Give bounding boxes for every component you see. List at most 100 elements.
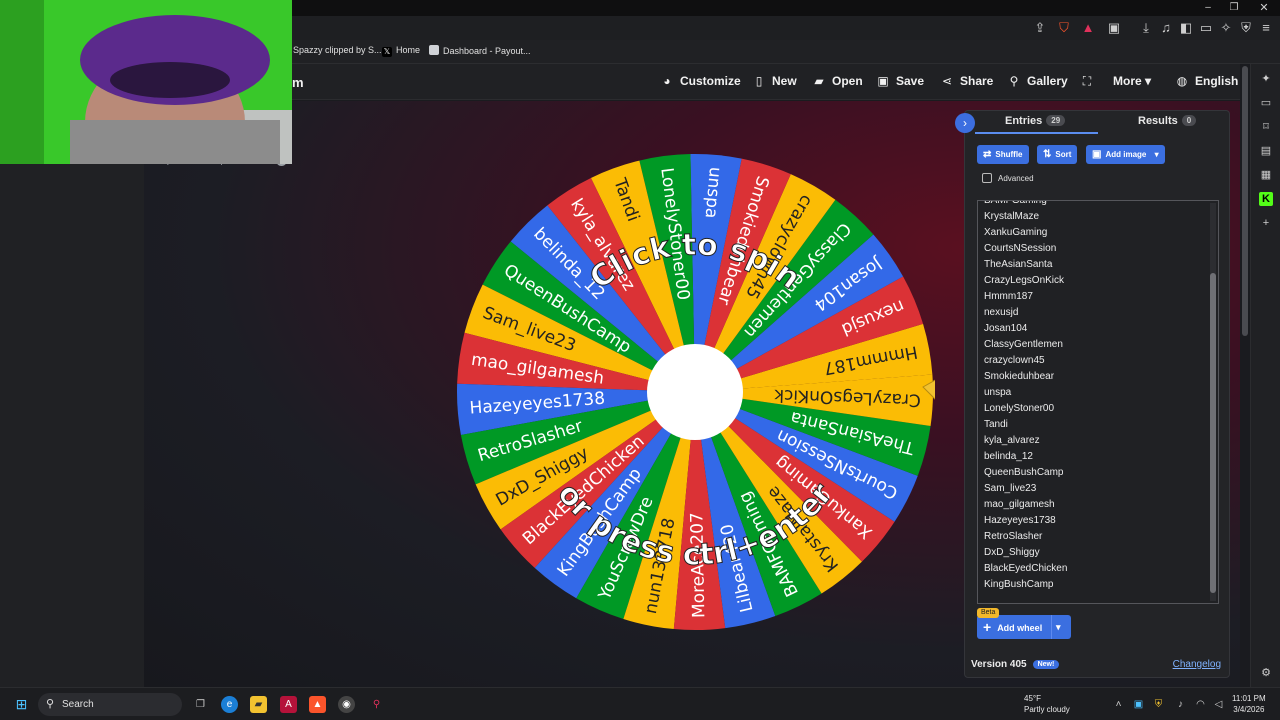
chevron-down-icon: ▾ [1154, 150, 1159, 159]
entry-line[interactable]: Smokieduhbear [978, 369, 1206, 385]
brave-taskbar-icon[interactable]: ▲ [309, 696, 326, 713]
entry-line[interactable]: RetroSlasher [978, 529, 1206, 545]
entry-line[interactable]: DxD_Shiggy [978, 545, 1206, 561]
tray-security-icon[interactable]: ⛨ [1150, 696, 1167, 713]
wallet-icon[interactable]: ▭ [1198, 20, 1214, 36]
weather-widget[interactable]: 45°F Partly cloudy [1024, 693, 1070, 715]
entry-line[interactable]: CourtsNSession [978, 241, 1206, 257]
entry-line[interactable]: CrazyLegsOnKick [978, 273, 1206, 289]
reading-list-icon[interactable]: ▤ [1259, 144, 1273, 158]
page-scrollbar[interactable] [1242, 66, 1248, 336]
tab-entries[interactable]: Entries 29 [1005, 115, 1066, 127]
entries-textarea[interactable]: BAMFGaming KrystalMaze XankuGaming CourtsNS… [977, 200, 1219, 604]
customize-button[interactable]: ◕ Customize [660, 74, 740, 88]
tab-results[interactable]: Results 0 [1138, 115, 1197, 127]
entry-line[interactable]: belinda_12 [978, 449, 1206, 465]
changelog-link[interactable]: Changelog [1173, 659, 1221, 670]
history-icon[interactable]: ▦ [1259, 168, 1273, 182]
share-page-icon[interactable]: ⇪ [1032, 20, 1048, 36]
sort-icon: ⇅ [1043, 149, 1052, 160]
bookmark-dashboard[interactable]: Dashboard - Payout... [429, 45, 531, 56]
microphone-icon[interactable]: ♪ [1172, 696, 1189, 713]
obs-icon[interactable]: ◉ [338, 696, 355, 713]
entry-line[interactable]: TheAsianSanta [978, 257, 1206, 273]
vpn-icon[interactable]: ⛨ [1238, 20, 1254, 36]
close-window-icon[interactable]: ✕ [1256, 0, 1272, 16]
taskbar-search[interactable]: ⚲ Search [38, 693, 182, 716]
entries-scrollbar[interactable] [1210, 203, 1216, 601]
restore-icon[interactable]: ❐ [1226, 0, 1242, 16]
entry-line[interactable]: kyla_alvarez [978, 433, 1206, 449]
menu-icon[interactable]: ≡ [1258, 20, 1274, 36]
share-button[interactable]: ⋖ Share [940, 74, 993, 88]
brave-rewards-icon[interactable]: ▲ [1080, 20, 1096, 36]
taskbar-clock[interactable]: 11:01 PM 3/4/2026 [1232, 693, 1266, 715]
add-image-button[interactable]: ▣ Add image ▾ [1086, 145, 1165, 164]
news-icon[interactable]: ▭ [1259, 96, 1273, 110]
entry-line[interactable]: Hmmm187 [978, 289, 1206, 305]
spin-wheel[interactable]: Hmmm187nexusjdJosan104ClassyGentlemencra… [455, 152, 935, 632]
brave-shields-icon[interactable]: ⛉ [1056, 20, 1072, 36]
entry-line[interactable]: QueenBushCamp [978, 465, 1206, 481]
file-explorer-icon[interactable]: ▰ [250, 696, 267, 713]
new-button[interactable]: ▯ New [752, 74, 797, 88]
entry-line[interactable]: XankuGaming [978, 225, 1206, 241]
media-icon[interactable]: ♫ [1158, 20, 1174, 36]
more-menu-button[interactable]: More ▾ [1113, 74, 1151, 88]
entry-line[interactable]: crazyclown45 [978, 353, 1206, 369]
open-button[interactable]: ▰ Open [812, 74, 862, 88]
minimize-icon[interactable]: – [1200, 0, 1216, 16]
entry-line[interactable]: KrystalMaze [978, 209, 1206, 225]
advanced-checkbox[interactable]: Advanced [982, 173, 1034, 183]
volume-icon[interactable]: ◁ [1210, 696, 1227, 713]
entry-line[interactable]: Josan104 [978, 321, 1206, 337]
settings-gear-icon[interactable]: ⚙ [1259, 666, 1273, 680]
windows-start-icon[interactable]: ⊞ [13, 696, 30, 713]
wifi-icon[interactable]: ◠ [1192, 696, 1209, 713]
entry-line[interactable]: KingBushCamp [978, 577, 1206, 593]
sort-button[interactable]: ⇅ Sort [1037, 145, 1078, 164]
tray-overflow-icon[interactable]: ˄ [1110, 696, 1127, 713]
entries-scroll-thumb[interactable] [1210, 273, 1216, 593]
collapse-panel-icon[interactable]: › [955, 113, 975, 133]
language-button[interactable]: ◍ English [1175, 74, 1239, 88]
app-a-icon[interactable]: A [280, 696, 297, 713]
entry-line[interactable]: mao_gilgamesh [978, 497, 1206, 513]
tray-app-icon[interactable]: ▣ [1130, 696, 1147, 713]
leo-ai-icon[interactable]: ✦ [1259, 72, 1273, 86]
shuffle-button[interactable]: ⇄ Shuffle [977, 145, 1029, 164]
image-icon: ▣ [1092, 149, 1102, 160]
page-icon [429, 45, 439, 55]
site-title[interactable]: m [292, 75, 304, 90]
checkbox-box[interactable] [982, 173, 992, 183]
entry-line[interactable]: unspa [978, 385, 1206, 401]
entry-line[interactable]: LonelyStoner00 [978, 401, 1206, 417]
kick-icon[interactable]: K [1259, 192, 1273, 206]
save-button[interactable]: ▣ Save [876, 74, 924, 88]
fullscreen-button[interactable]: ⛶ [1080, 74, 1100, 89]
add-sidebar-item-icon[interactable]: + [1259, 216, 1273, 230]
entry-line[interactable]: Sam_live23 [978, 481, 1206, 497]
entry-line[interactable]: Tandi [978, 417, 1206, 433]
gallery-button[interactable]: ⚲ Gallery [1007, 74, 1068, 88]
task-view-icon[interactable]: ❐ [192, 696, 209, 713]
entries-list: BAMFGaming KrystalMaze XankuGaming CourtsNS… [978, 201, 1206, 593]
chevron-down-icon[interactable]: ▾ [1056, 615, 1061, 639]
download-icon[interactable]: ⤓ [1138, 20, 1154, 36]
pin-app-icon[interactable]: ⚲ [368, 696, 385, 713]
entry-line[interactable]: BlackEyedChicken [978, 561, 1206, 577]
bookmark-spazzy[interactable]: Spazzy clipped by S... [293, 45, 382, 55]
wheel-center[interactable] [647, 344, 743, 440]
tab-search-icon[interactable]: ▣ [1106, 20, 1122, 36]
entry-line[interactable]: BAMFGaming [978, 201, 1206, 209]
plus-icon: + [983, 619, 992, 635]
entry-line[interactable]: ClassyGentlemen [978, 337, 1206, 353]
sidebar-toggle-icon[interactable]: ◧ [1178, 20, 1194, 36]
entry-line[interactable]: Hazeyeyes1738 [978, 513, 1206, 529]
bookmarks-icon[interactable]: ⌑ [1259, 120, 1273, 134]
entry-line[interactable]: nexusjd [978, 305, 1206, 321]
leo-icon[interactable]: ✧ [1218, 20, 1234, 36]
bookmark-home[interactable]: 𝕏 Home [382, 45, 420, 57]
add-wheel-button[interactable]: + Add wheel ▾ [977, 615, 1071, 639]
edge-icon[interactable]: e [221, 696, 238, 713]
